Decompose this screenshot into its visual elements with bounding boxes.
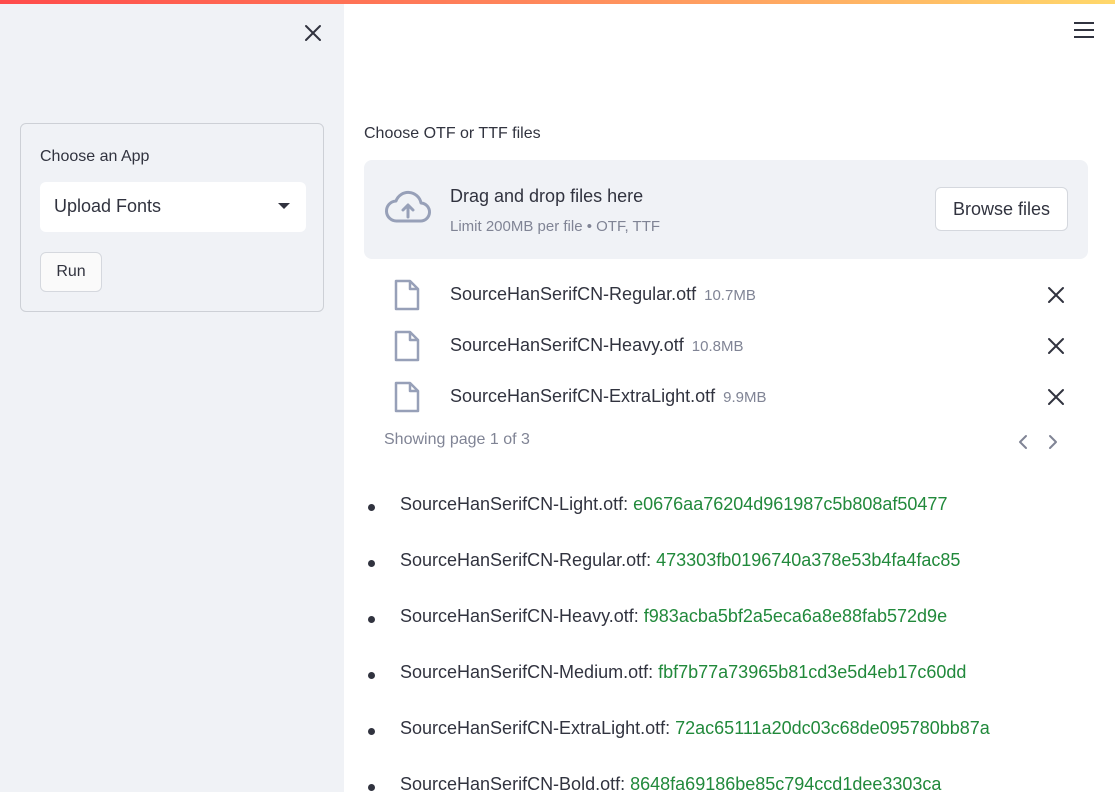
- main-menu-button[interactable]: [1074, 22, 1096, 42]
- next-page-button[interactable]: [1044, 432, 1062, 452]
- hash-value: 8648fa69186be85c794ccd1dee3303ca: [630, 774, 942, 792]
- uploaded-file-size: 10.8MB: [691, 338, 744, 355]
- chevron-left-icon: [1019, 435, 1027, 449]
- hash-value: e0676aa76204d961987c5b808af50477: [633, 494, 948, 514]
- uploaded-file-name: SourceHanSerifCN-ExtraLight.otf 9.9MB: [450, 386, 767, 406]
- uploaded-file-size: 10.7MB: [704, 287, 756, 304]
- dropzone-subtitle: Limit 200MB per file • OTF, TTF: [450, 218, 661, 235]
- hash-file-name: SourceHanSerifCN-Medium.otf:: [400, 662, 654, 682]
- uploaded-file-name: SourceHanSerifCN-Heavy.otf 10.8MB: [450, 335, 744, 355]
- app-select-value: Upload Fonts: [54, 196, 162, 216]
- file-hash-list: SourceHanSerifCN-Light.otf: e0676aa76204…: [364, 494, 1104, 792]
- hash-file-name: SourceHanSerifCN-Light.otf:: [400, 494, 629, 514]
- hamburger-menu-icon: [1074, 22, 1096, 38]
- run-button[interactable]: Run: [40, 252, 102, 292]
- hash-file-name: SourceHanSerifCN-ExtraLight.otf:: [400, 718, 671, 738]
- remove-file-button[interactable]: [1046, 387, 1066, 407]
- uploaded-file-size: 9.9MB: [723, 389, 767, 406]
- bullet: [368, 560, 375, 567]
- bullet: [368, 728, 375, 735]
- sidebar: Choose an App Upload Fonts Run: [0, 0, 344, 792]
- uploaded-file-row: SourceHanSerifCN-Heavy.otf 10.8MB: [364, 326, 1088, 366]
- uploaded-file-row: SourceHanSerifCN-ExtraLight.otf 9.9MB: [364, 377, 1088, 417]
- close-sidebar-button[interactable]: [302, 22, 324, 44]
- bullet: [368, 784, 375, 791]
- bullet: [368, 616, 375, 623]
- app-select[interactable]: Upload Fonts: [40, 182, 306, 232]
- previous-page-button[interactable]: [1014, 432, 1032, 452]
- main-content: Choose OTF or TTF files Drag and drop fi…: [344, 0, 1115, 792]
- bullet: [368, 504, 375, 511]
- hash-value: f983acba5bf2a5eca6a8e88fab572d9e: [643, 606, 948, 626]
- hash-value: 72ac65111a20dc03c68de095780bb87a: [675, 718, 990, 738]
- list-item: SourceHanSerifCN-Light.otf: e0676aa76204…: [364, 494, 1104, 550]
- hash-file-name: SourceHanSerifCN-Heavy.otf:: [400, 606, 639, 626]
- hash-file-name: SourceHanSerifCN-Bold.otf:: [400, 774, 626, 792]
- caret-down-icon: [278, 203, 290, 209]
- dropzone-title: Drag and drop files here: [450, 186, 644, 206]
- app-selector-panel: Choose an App Upload Fonts Run: [20, 123, 324, 312]
- remove-file-button[interactable]: [1046, 285, 1066, 305]
- close-icon: [1048, 287, 1064, 303]
- file-dropzone[interactable]: Drag and drop files here Limit 200MB per…: [364, 160, 1088, 259]
- close-icon: [1048, 389, 1064, 405]
- close-icon: [1048, 338, 1064, 354]
- remove-file-button[interactable]: [1046, 336, 1066, 356]
- hash-value: 473303fb0196740a378e53b4fa4fac85: [656, 550, 961, 570]
- pagination-info: Showing page 1 of 3: [384, 431, 530, 448]
- list-item: SourceHanSerifCN-Bold.otf: 8648fa69186be…: [364, 774, 1104, 792]
- list-item: SourceHanSerifCN-Medium.otf: fbf7b77a739…: [364, 662, 1104, 718]
- uploaded-file-row: SourceHanSerifCN-Regular.otf 10.7MB: [364, 275, 1088, 315]
- top-decoration-bar: [0, 0, 1115, 4]
- list-item: SourceHanSerifCN-Regular.otf: 473303fb01…: [364, 550, 1104, 606]
- uploaded-file-name: SourceHanSerifCN-Regular.otf 10.7MB: [450, 284, 756, 304]
- bullet: [368, 672, 375, 679]
- app-selector-label: Choose an App: [40, 148, 150, 165]
- list-item: SourceHanSerifCN-ExtraLight.otf: 72ac651…: [364, 718, 1104, 774]
- uploader-label: Choose OTF or TTF files: [364, 125, 541, 142]
- browse-files-button[interactable]: Browse files: [935, 187, 1068, 231]
- list-item: SourceHanSerifCN-Heavy.otf: f983acba5bf2…: [364, 606, 1104, 662]
- file-icon: [394, 279, 420, 311]
- file-icon: [394, 330, 420, 362]
- chevron-right-icon: [1049, 435, 1057, 449]
- hash-value: fbf7b77a73965b81cd3e5d4eb17c60dd: [658, 662, 967, 682]
- hash-file-name: SourceHanSerifCN-Regular.otf:: [400, 550, 652, 570]
- cloud-upload-icon: [385, 190, 431, 223]
- file-icon: [394, 381, 420, 413]
- close-icon: [305, 25, 321, 41]
